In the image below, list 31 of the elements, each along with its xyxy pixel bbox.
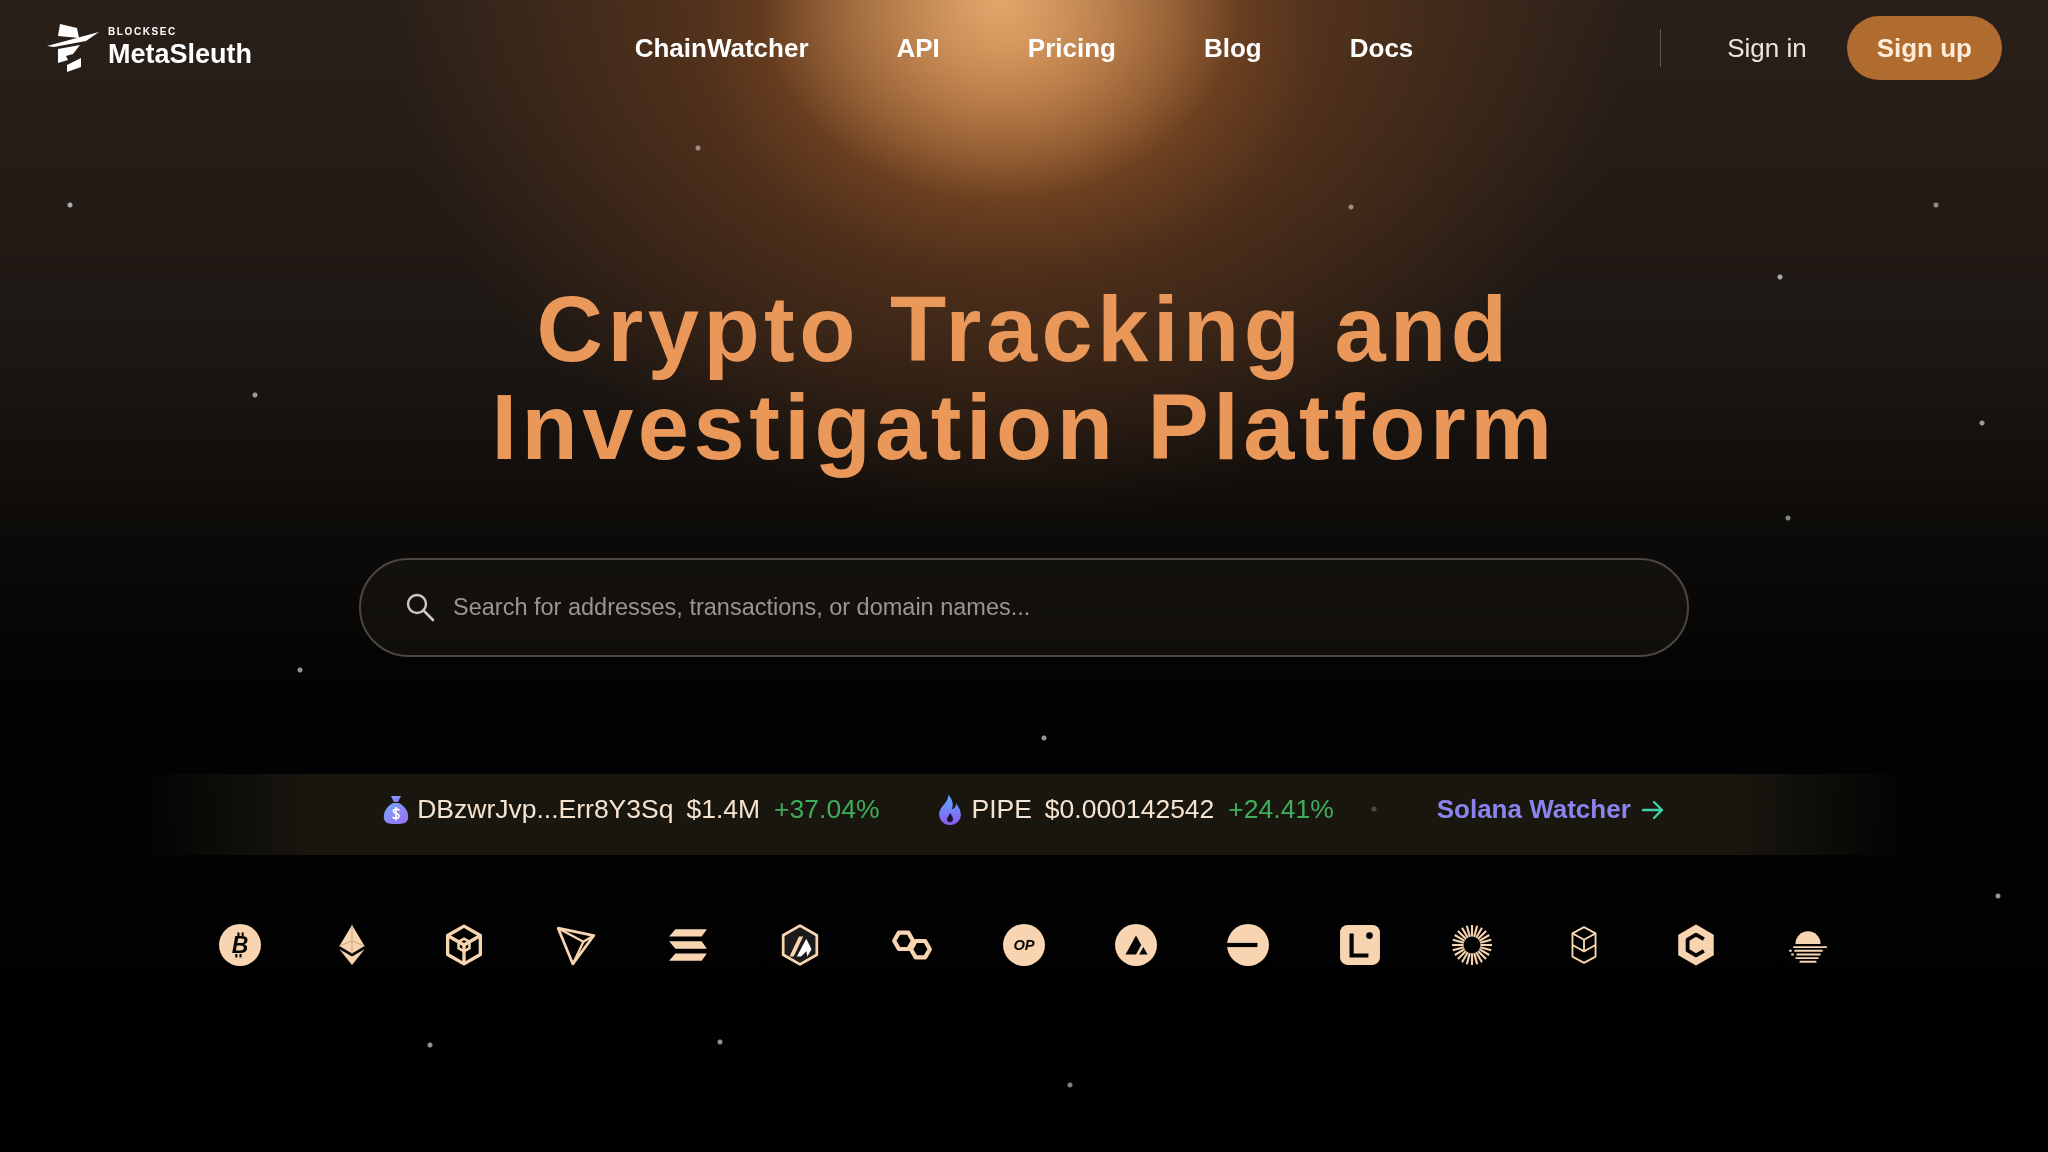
detective-icon[interactable]	[46, 23, 100, 73]
minus-coin-icon	[1227, 924, 1269, 966]
search-icon	[405, 592, 435, 622]
token-name[interactable]: PIPE	[971, 789, 1032, 830]
bitcoin-icon: B	[219, 924, 261, 966]
hexagon-stripes-icon	[779, 924, 821, 966]
hexagon-c-icon	[1675, 924, 1717, 966]
op-coin-icon: OP	[1003, 924, 1045, 966]
search-field[interactable]: Search for addresses, transactions, or domain names...	[359, 558, 1689, 657]
solana-watcher-link[interactable]: Solana Watcher	[1436, 790, 1665, 829]
square-corner-icon	[1339, 924, 1381, 966]
sunburst-icon	[1451, 924, 1493, 966]
price-change: +37.04%	[774, 792, 880, 826]
cube-icon	[443, 924, 485, 966]
money-bag-icon	[383, 794, 410, 825]
token-name[interactable]: DBzwrJvp...Err8Y3Sq	[417, 789, 674, 830]
brand-overline: BLOCKSEC	[108, 27, 178, 38]
arrow-right-icon	[1640, 798, 1665, 821]
flame-icon	[937, 793, 964, 826]
sign-up-button[interactable]: Sign up	[1846, 16, 2002, 80]
triangle-icon	[555, 924, 597, 966]
nav-link[interactable]: Blog	[1204, 28, 1262, 68]
nav-link[interactable]: ChainWatcher	[634, 28, 809, 68]
nav-link[interactable]: Docs	[1349, 28, 1414, 68]
token-price: $0.000142542	[1044, 792, 1215, 826]
token-price: $1.4M	[686, 792, 761, 826]
sign-in-link[interactable]: Sign in	[1727, 28, 1807, 68]
brand-name: MetaSleuth	[108, 40, 253, 69]
triangle-coin-icon	[1115, 924, 1157, 966]
hero-title: Crypto Tracking and Investigation Platform	[490, 280, 1558, 476]
price-change: +24.41%	[1228, 792, 1334, 826]
